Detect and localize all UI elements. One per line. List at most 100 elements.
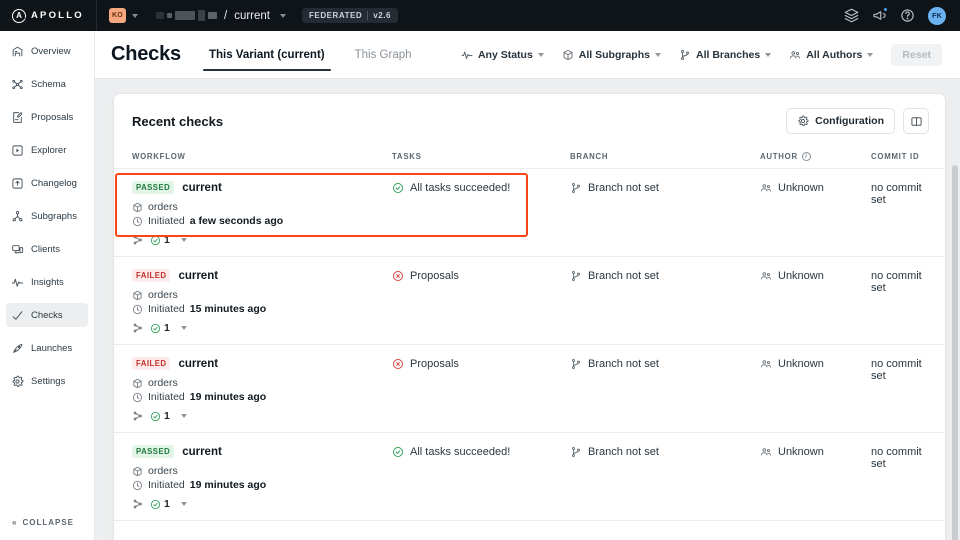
reset-filters-button[interactable]: Reset <box>891 43 942 66</box>
column-header-author: AUTHOR i <box>760 152 871 161</box>
sidebar-item-changelog[interactable]: Changelog <box>6 171 88 195</box>
chevron-down-icon[interactable] <box>180 326 187 330</box>
sidebar-item-subgraphs[interactable]: Subgraphs <box>6 204 88 228</box>
sidebar-item-proposals[interactable]: Proposals <box>6 105 88 129</box>
row-branch-label: Branch not set <box>588 270 659 282</box>
row-branch-label: Branch not set <box>588 182 659 194</box>
row-tasks-cell: Proposals <box>392 357 570 422</box>
sidebar-item-launches[interactable]: Launches <box>6 336 88 360</box>
filter-authors[interactable]: All Authors <box>789 49 874 61</box>
sidebar-item-settings[interactable]: Settings <box>6 369 88 393</box>
filter-subgraphs[interactable]: All Subgraphs <box>562 49 661 61</box>
row-workflow-footer[interactable]: 1 <box>132 234 392 246</box>
people-icon <box>760 358 772 370</box>
check-circle-icon <box>150 323 161 334</box>
column-header-branch: BRANCH <box>570 152 609 161</box>
notification-dot <box>883 7 888 12</box>
schema-icon <box>11 78 24 91</box>
sidebar-label-clients: Clients <box>31 243 61 255</box>
row-branch-cell: Branch not set <box>570 445 760 510</box>
layers-icon[interactable] <box>844 8 859 23</box>
row-workflow-footer[interactable]: 1 <box>132 498 392 510</box>
row-task-count-value: 1 <box>164 234 170 246</box>
panel-toggle-icon[interactable] <box>903 108 929 134</box>
row-commit-cell: no commit set <box>871 357 927 422</box>
graph-variant-selector[interactable]: / current <box>156 10 286 22</box>
filter-branches[interactable]: All Branches <box>679 49 772 61</box>
row-commit: no commit set <box>871 269 927 294</box>
sidebar-label-changelog: Changelog <box>31 177 77 189</box>
sidebar-item-schema[interactable]: Schema <box>6 72 88 96</box>
megaphone-icon[interactable] <box>872 7 888 23</box>
chevron-down-icon[interactable] <box>180 414 187 418</box>
row-variant-name: current <box>178 269 219 282</box>
page-title: Checks <box>111 43 181 65</box>
topbar-actions: FK <box>844 6 950 25</box>
sidebar-item-checks[interactable]: Checks <box>6 303 88 327</box>
row-author: Unknown <box>760 357 871 370</box>
info-icon[interactable]: i <box>801 152 811 161</box>
row-variant-name: current <box>178 357 219 370</box>
row-task-count-value: 1 <box>164 410 170 422</box>
apollo-logo[interactable]: A APOLLO <box>12 8 90 23</box>
tab-this-graph[interactable]: This Graph <box>349 31 418 79</box>
collapse-chevron-icon: « <box>12 518 18 527</box>
configuration-label: Configuration <box>815 115 884 127</box>
chevron-down-icon[interactable] <box>180 238 187 242</box>
row-commit-cell: no commit set <box>871 269 927 334</box>
row-subgraph: orders <box>132 465 392 477</box>
row-initiated: Initiated 19 minutes ago <box>132 479 392 491</box>
filter-bar: Any Status All Subgraphs All Branches Al… <box>461 43 942 66</box>
configuration-button[interactable]: Configuration <box>786 108 895 134</box>
row-commit: no commit set <box>871 445 927 470</box>
row-task-status: Proposals <box>392 269 570 282</box>
column-header-tasks: TASKS <box>392 152 422 161</box>
check-circle-icon <box>150 499 161 510</box>
overview-icon <box>11 45 24 58</box>
org-badge[interactable]: KO <box>109 8 126 23</box>
filter-status[interactable]: Any Status <box>461 49 544 61</box>
sidebar-collapse-button[interactable]: « COLLAPSE <box>0 518 94 527</box>
row-workflow-title: FAILED current <box>132 357 392 370</box>
table-row[interactable]: PASSED current orders Initiated a few se… <box>114 169 945 257</box>
org-switcher-button[interactable] <box>126 10 144 22</box>
check-circle-icon <box>392 182 404 194</box>
clock-icon <box>132 392 143 403</box>
status-badge: FAILED <box>132 269 171 282</box>
sidebar-item-clients[interactable]: Clients <box>6 237 88 261</box>
avatar[interactable]: FK <box>928 6 946 25</box>
vertical-scrollbar[interactable] <box>952 165 958 540</box>
row-tasks-cell: All tasks succeeded! <box>392 181 570 246</box>
row-commit-label: no commit set <box>871 270 922 294</box>
collapse-label: COLLAPSE <box>22 518 75 527</box>
row-author: Unknown <box>760 181 871 194</box>
row-workflow-footer[interactable]: 1 <box>132 322 392 334</box>
tab-this-variant[interactable]: This Variant (current) <box>202 31 331 79</box>
row-initiated-label: Initiated <box>148 479 185 491</box>
recent-checks-card: Recent checks Configuration WORKFLOW TAS… <box>113 93 946 540</box>
row-workflow-cell: FAILED current orders Initiated 15 minut… <box>132 269 392 334</box>
row-author-label: Unknown <box>778 182 824 194</box>
table-row[interactable]: FAILED current orders Initiated 19 minut… <box>114 345 945 433</box>
row-task-label: Proposals <box>410 270 459 282</box>
table-row[interactable]: FAILED current orders Initiated 15 minut… <box>114 257 945 345</box>
people-icon <box>760 182 772 194</box>
workflow-icon <box>132 234 144 246</box>
sidebar-item-insights[interactable]: Insights <box>6 270 88 294</box>
sidebar-item-explorer[interactable]: Explorer <box>6 138 88 162</box>
sidebar-label-launches: Launches <box>31 342 73 354</box>
chevron-down-icon[interactable] <box>180 502 187 506</box>
row-branch: Branch not set <box>570 269 760 282</box>
row-workflow-footer[interactable]: 1 <box>132 410 392 422</box>
table-row[interactable]: PASSED current orders Initiated 19 minut… <box>114 433 945 521</box>
sidebar-item-overview[interactable]: Overview <box>6 39 88 63</box>
sidebar-label-subgraphs: Subgraphs <box>31 210 77 222</box>
row-subgraph: orders <box>132 377 392 389</box>
tab-this-graph-label: This Graph <box>354 48 412 61</box>
row-initiated-label: Initiated <box>148 215 185 227</box>
help-circle-icon[interactable] <box>900 8 915 23</box>
chevron-down-icon <box>132 13 138 18</box>
row-initiated: Initiated 19 minutes ago <box>132 391 392 403</box>
graph-variant-separator: / <box>224 9 228 22</box>
cube-icon <box>562 49 574 61</box>
